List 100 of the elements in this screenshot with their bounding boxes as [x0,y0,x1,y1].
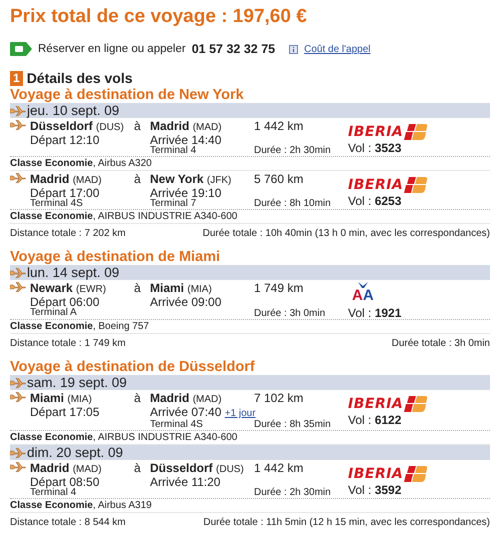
departure-time: Départ 17:05 [30,406,100,418]
to-label: à [134,173,142,185]
flight-distance: 1 442 km [254,120,304,132]
flight-duration: Durée : 2h 30min [254,488,332,498]
date-label: jeu. 10 sept. 09 [27,103,120,118]
airplane-icon [10,448,26,458]
departure-time: Départ 06:00 [30,296,100,308]
section-heading: Détails des vols [26,70,133,86]
info-icon [289,44,298,54]
airline-logo: IBERIA [348,398,404,410]
date-label: dim. 20 sept. 09 [27,445,124,460]
to-label: à [134,120,142,132]
cabin-info: Classe Economie, Boeing 757 [10,320,490,334]
to-label: à [134,392,142,404]
trip-heading: Voyage à destination de Düsseldorf [10,359,256,375]
trip-heading: Voyage à destination de New York [10,87,245,103]
airline-emblem-icon [404,466,428,482]
airplane-icon [10,282,26,292]
cabin-info: Classe Economie, AIRBUS INDUSTRIE A340-600 [10,210,490,224]
destination-city: New York [150,172,204,186]
flight-duration: Durée : 8h 35min [254,420,332,430]
flight-number: 6253 [374,194,402,208]
airport-code: (DUS) [96,122,124,133]
flight-label: Vol : [348,413,372,427]
flight-label: Vol : [348,194,372,208]
airport-code: (MAD) [192,122,222,133]
flight-number: 3592 [374,483,402,497]
step-number: 1 [10,70,23,86]
airport-code: (MAD) [72,464,102,475]
airline-emblem-icon [404,124,428,140]
destination-city: Madrid [150,391,190,405]
departure-time: Départ 17:00 [30,187,100,199]
origin-city: Newark [30,281,73,295]
airplane-icon [10,173,26,183]
airline-emblem-icon [404,177,428,193]
arrival-time: Arrivée 09:00 [150,295,222,309]
airline-logo: IBERIA [348,126,404,138]
airport-code: (MAD) [72,175,102,186]
flight-distance: 1 442 km [254,462,304,474]
airline-logo: IBERIA [348,468,404,480]
terminal-label: Terminal 4S [150,420,204,430]
flight-number: 1921 [374,306,402,320]
flight-distance: 7 102 km [254,392,304,404]
phone-number: 01 57 32 32 75 [192,42,276,56]
airport-code: (MIA) [187,284,212,295]
flight-duration: Durée : 8h 10min [254,199,332,209]
destination-city: Madrid [150,119,190,133]
airport-code: (JFK) [206,175,232,186]
total-distance: Distance totale : 8 544 km [10,517,126,529]
date-label: sam. 19 sept. 09 [27,375,127,390]
arrival-time: Arrivée 19:10 [150,186,222,200]
arrival-time: Arrivée 11:20 [150,475,220,489]
airplane-icon [10,378,26,388]
flight-number: 3523 [374,141,402,155]
to-label: à [134,462,142,474]
arrival-time: Arrivée 07:40 [150,405,222,419]
destination-city: Miami [150,281,184,295]
airplane-icon [10,392,26,402]
origin-city: Madrid [30,461,70,475]
airport-code: (MIA) [67,394,92,405]
total-duration: Durée totale : 3h 0min [392,338,490,350]
airport-code: (EWR) [76,284,106,295]
flight-duration: Durée : 2h 30min [254,146,332,156]
call-cost-link[interactable]: Coût de l'appel [304,44,371,54]
airplane-icon [10,120,26,130]
terminal-label: Terminal 4 [150,146,198,156]
price-heading: Prix total de ce voyage : 197,60 € [10,6,308,28]
cabin-info: Classe Economie, Airbus A320 [10,157,490,171]
airline-logo: IBERIA [348,179,404,191]
destination-city: Düsseldorf [150,461,213,475]
departure-time: Départ 08:50 [30,476,100,488]
airline-emblem-icon [404,396,428,412]
origin-city: Düsseldorf [30,119,93,133]
flight-number: 6122 [374,413,402,427]
flight-distance: 5 760 km [254,173,304,185]
airplane-icon [10,268,26,278]
airplane-icon [10,462,26,472]
flight-distance: 1 749 km [254,282,304,294]
cabin-info: Classe Economie, Airbus A319 [10,499,490,513]
airport-code: (DUS) [216,464,244,475]
total-distance: Distance totale : 7 202 km [10,228,126,240]
airport-code: (MAD) [192,394,222,405]
trip-heading: Voyage à destination de Miami [10,249,222,265]
flight-label: Vol : [348,306,372,320]
terminal-label: Terminal A [30,308,78,318]
flight-label: Vol : [348,483,372,497]
flight-duration: Durée : 3h 0min [254,309,326,319]
origin-city: Miami [30,391,64,405]
to-label: à [134,282,142,294]
date-label: lun. 14 sept. 09 [27,265,120,280]
airplane-icon [10,106,26,116]
flight-label: Vol : [348,141,372,155]
next-day-link[interactable]: +1 jour [224,408,256,419]
total-duration: Durée totale : 11h 5min (12 h 15 min, avec les correspondances) [203,517,490,529]
total-duration: Durée totale : 10h 40min (13 h 0 min, avec les correspondances) [202,228,490,240]
arrival-time: Arrivée 14:40 [150,133,222,147]
terminal-label: Terminal 4S [30,199,84,209]
origin-city: Madrid [30,172,70,186]
terminal-label: Terminal 4 [30,488,78,498]
booking-text: Réserver en ligne ou appeler [38,43,186,55]
